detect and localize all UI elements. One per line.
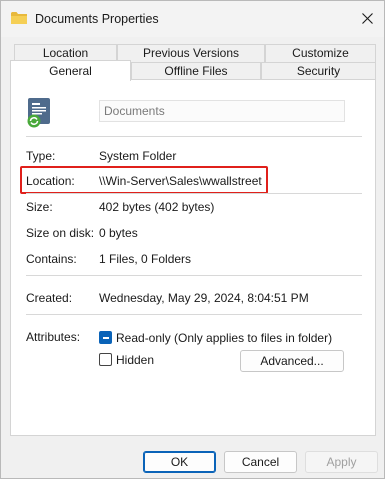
created-value: Wednesday, May 29, 2024, 8:04:51 PM <box>99 291 309 305</box>
separator <box>26 136 362 137</box>
tab-general[interactable]: General <box>10 60 131 81</box>
separator <box>26 314 362 315</box>
attributes-label: Attributes: <box>26 330 81 344</box>
folder-icon <box>11 12 27 24</box>
type-value: System Folder <box>99 149 177 163</box>
separator <box>26 193 362 194</box>
hidden-checkbox[interactable] <box>99 353 112 366</box>
type-label: Type: <box>26 149 56 163</box>
contains-label: Contains: <box>26 252 77 266</box>
ok-button[interactable]: OK <box>143 451 216 473</box>
size-on-disk-label: Size on disk: <box>26 226 95 240</box>
tab-offline-files[interactable]: Offline Files <box>131 62 261 80</box>
close-button[interactable] <box>350 1 384 35</box>
readonly-label[interactable]: Read-only (Only applies to files in fold… <box>116 331 332 345</box>
size-value: 402 bytes (402 bytes) <box>99 200 215 214</box>
tab-security[interactable]: Security <box>261 62 376 80</box>
readonly-checkbox[interactable] <box>99 331 112 344</box>
general-panel: Documents Type: System Folder Location: … <box>10 79 376 436</box>
title-bar: Documents Properties <box>1 1 384 37</box>
close-icon <box>361 12 373 24</box>
created-label: Created: <box>26 291 73 305</box>
window-title: Documents Properties <box>35 12 159 26</box>
contains-value: 1 Files, 0 Folders <box>99 252 192 266</box>
size-on-disk-value: 0 bytes <box>99 226 138 240</box>
cancel-button[interactable]: Cancel <box>224 451 297 473</box>
documents-folder-icon <box>27 98 50 128</box>
location-label: Location: <box>26 174 75 188</box>
hidden-label[interactable]: Hidden <box>116 353 154 367</box>
advanced-button[interactable]: Advanced... <box>240 350 344 372</box>
tab-customize[interactable]: Customize <box>265 44 376 62</box>
apply-button[interactable]: Apply <box>305 451 378 473</box>
properties-dialog: Documents Properties Location Previous V… <box>0 0 385 479</box>
size-label: Size: <box>26 200 53 214</box>
folder-name-field[interactable]: Documents <box>99 100 345 122</box>
tab-previous-versions[interactable]: Previous Versions <box>117 44 265 62</box>
location-value: \\Win-Server\Sales\wwallstreet <box>99 174 262 188</box>
separator <box>26 275 362 276</box>
